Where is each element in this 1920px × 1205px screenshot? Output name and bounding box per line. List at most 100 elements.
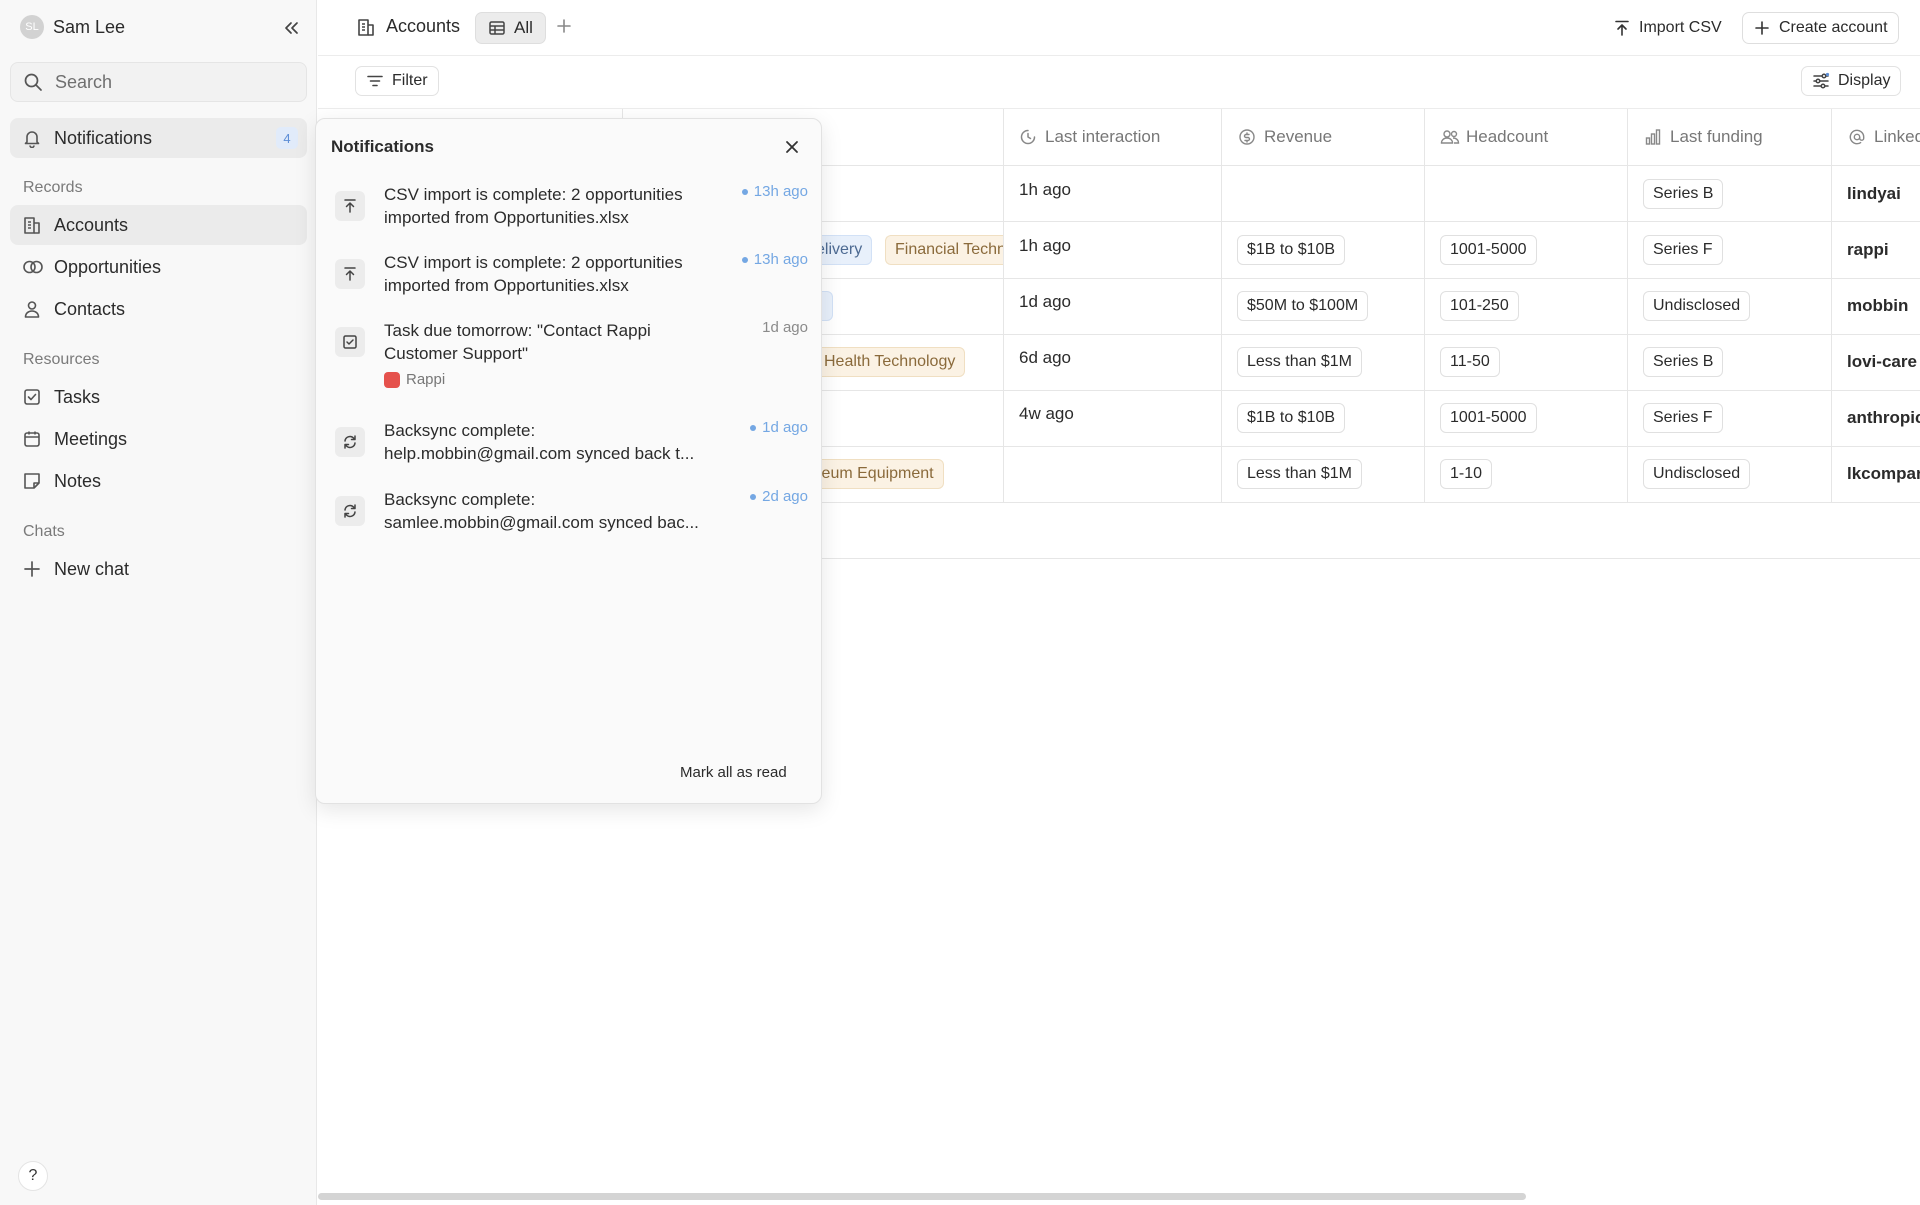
horizontal-scrollbar[interactable] — [318, 1193, 1526, 1200]
import-csv-label: Import CSV — [1639, 19, 1722, 36]
help-button[interactable]: ? — [18, 1161, 48, 1191]
cell-headcount[interactable]: 1001-5000 — [1440, 235, 1537, 265]
panel-title: Notifications — [331, 137, 434, 156]
collapse-sidebar-icon[interactable] — [280, 17, 302, 39]
note-icon — [22, 471, 42, 491]
cell-headcount[interactable]: 1001-5000 — [1440, 403, 1537, 433]
sidebar-item-label: Contacts — [54, 298, 126, 319]
cell-last-funding[interactable]: Series F — [1643, 235, 1723, 265]
cell-revenue[interactable]: $50M to $100M — [1237, 291, 1369, 321]
close-icon[interactable] — [782, 137, 802, 157]
view-toolbar: Filter Display — [318, 57, 1920, 109]
notification-text: Task due tomorrow: "Contact Rappi Custom… — [384, 321, 651, 363]
funding-pill: Series B — [1643, 347, 1724, 377]
industry-tag: Health Technology — [806, 347, 966, 377]
search-input[interactable]: Search — [10, 62, 307, 102]
tab-all[interactable]: All — [475, 12, 546, 44]
cell-last-funding[interactable]: Series F — [1643, 403, 1723, 433]
upload-icon — [335, 259, 365, 289]
notification-item[interactable]: CSV import is complete: 2 opportunities … — [316, 251, 823, 311]
headcount-pill: 11-50 — [1440, 347, 1500, 377]
notification-item[interactable]: Backsync complete: help.mobbin@gmail.com… — [316, 419, 823, 479]
notification-item[interactable]: CSV import is complete: 2 opportunities … — [316, 183, 823, 243]
sidebar-item-meetings[interactable]: Meetings — [10, 419, 307, 459]
cell-headcount[interactable]: 11-50 — [1440, 347, 1500, 377]
time-label: 1d ago — [762, 319, 808, 336]
cell-revenue[interactable]: $1B to $10B — [1237, 235, 1346, 265]
cell-linked[interactable]: anthropic — [1847, 408, 1920, 428]
cell-last-interaction[interactable]: 6d ago — [1019, 348, 1071, 368]
headcount-pill: 1001-5000 — [1440, 235, 1537, 265]
column-header-headcount[interactable]: Headcount — [1440, 109, 1548, 165]
column-divider — [1831, 109, 1832, 502]
cell-revenue[interactable]: Less than $1M — [1237, 459, 1362, 489]
column-header-linked[interactable]: Linked — [1848, 109, 1920, 165]
cell-last-interaction[interactable]: 1h ago — [1019, 236, 1071, 256]
user-menu[interactable]: SL Sam Lee — [20, 15, 125, 39]
cell-last-funding[interactable]: Series B — [1643, 179, 1724, 209]
import-csv-button[interactable]: Import CSV — [1613, 14, 1722, 42]
column-header-last-funding[interactable]: Last funding — [1644, 109, 1763, 165]
notification-item[interactable]: Task due tomorrow: "Contact Rappi Custom… — [316, 319, 823, 391]
headcount-pill: 1-10 — [1440, 459, 1493, 489]
cell-revenue[interactable]: Less than $1M — [1237, 347, 1362, 377]
cell-last-funding[interactable]: Series B — [1643, 347, 1724, 377]
notification-record-link[interactable]: Rappi — [384, 371, 445, 388]
notification-item[interactable]: Backsync complete: samlee.mobbin@gmail.c… — [316, 488, 823, 548]
column-divider — [1003, 109, 1004, 502]
sidebar-item-opportunities[interactable]: Opportunities — [10, 247, 307, 287]
cell-linked[interactable]: mobbin — [1847, 296, 1908, 316]
cell-headcount[interactable]: 101-250 — [1440, 291, 1519, 321]
display-button[interactable]: Display — [1801, 66, 1902, 96]
time-label: 13h ago — [753, 183, 808, 200]
column-header-label: Last funding — [1670, 127, 1763, 146]
time-label: 1d ago — [762, 419, 808, 436]
notification-text: Backsync complete: samlee.mobbin@gmail.c… — [384, 490, 699, 532]
section-label-records: Records — [23, 179, 83, 196]
cell-last-funding[interactable]: Undisclosed — [1643, 459, 1751, 489]
cell-linked[interactable]: lkcompan — [1847, 464, 1920, 484]
new-chat-button[interactable]: New chat — [10, 549, 307, 589]
add-view-icon[interactable] — [554, 16, 574, 36]
checkbox-icon — [22, 387, 42, 407]
section-label-chats: Chats — [23, 523, 65, 540]
cell-linked[interactable]: lindyai — [1847, 184, 1901, 204]
sidebar-item-notes[interactable]: Notes — [10, 461, 307, 501]
cell-last-interaction[interactable]: 1h ago — [1019, 180, 1071, 200]
checkbox-icon — [335, 327, 365, 357]
sidebar-item-notifications[interactable]: Notifications 4 — [10, 118, 307, 158]
unread-dot — [741, 256, 748, 263]
column-header-revenue[interactable]: Revenue — [1238, 109, 1332, 165]
record-label: Rappi — [406, 371, 446, 388]
create-account-button[interactable]: Create account — [1742, 12, 1899, 44]
notification-count-badge: 4 — [276, 127, 298, 149]
column-header-label: Headcount — [1466, 127, 1549, 146]
display-label: Display — [1838, 72, 1891, 89]
revenue-pill: $1B to $10B — [1237, 403, 1346, 433]
filter-button[interactable]: Filter — [355, 66, 439, 96]
column-header-label: Last interaction — [1045, 127, 1161, 146]
calendar-icon — [22, 429, 42, 449]
mark-all-read-button[interactable]: Mark all as read — [680, 764, 787, 781]
industry-tag: leum Equipment — [806, 459, 944, 489]
funding-pill: Undisclosed — [1643, 291, 1751, 321]
sidebar-item-label: Notes — [54, 470, 102, 491]
sidebar-item-tasks[interactable]: Tasks — [10, 377, 307, 417]
person-icon — [22, 299, 42, 319]
sidebar-item-contacts[interactable]: Contacts — [10, 289, 307, 329]
create-account-label: Create account — [1779, 19, 1888, 36]
cell-last-interaction[interactable]: 4w ago — [1019, 404, 1074, 424]
cell-revenue[interactable]: $1B to $10B — [1237, 403, 1346, 433]
cell-headcount[interactable]: 1-10 — [1440, 459, 1493, 489]
table-icon — [488, 19, 506, 37]
cell-linked[interactable]: rappi — [1847, 240, 1889, 260]
sidebar-item-accounts[interactable]: Accounts — [10, 205, 307, 245]
column-header-last-interaction[interactable]: Last interaction — [1019, 109, 1160, 165]
breadcrumb[interactable]: Accounts — [356, 16, 460, 37]
notification-text: CSV import is complete: 2 opportunities … — [384, 185, 683, 227]
clock-icon — [1019, 128, 1037, 146]
cell-last-interaction[interactable]: 1d ago — [1019, 292, 1071, 312]
cell-linked[interactable]: lovi-care — [1847, 352, 1917, 372]
revenue-pill: $50M to $100M — [1237, 291, 1369, 321]
cell-last-funding[interactable]: Undisclosed — [1643, 291, 1751, 321]
